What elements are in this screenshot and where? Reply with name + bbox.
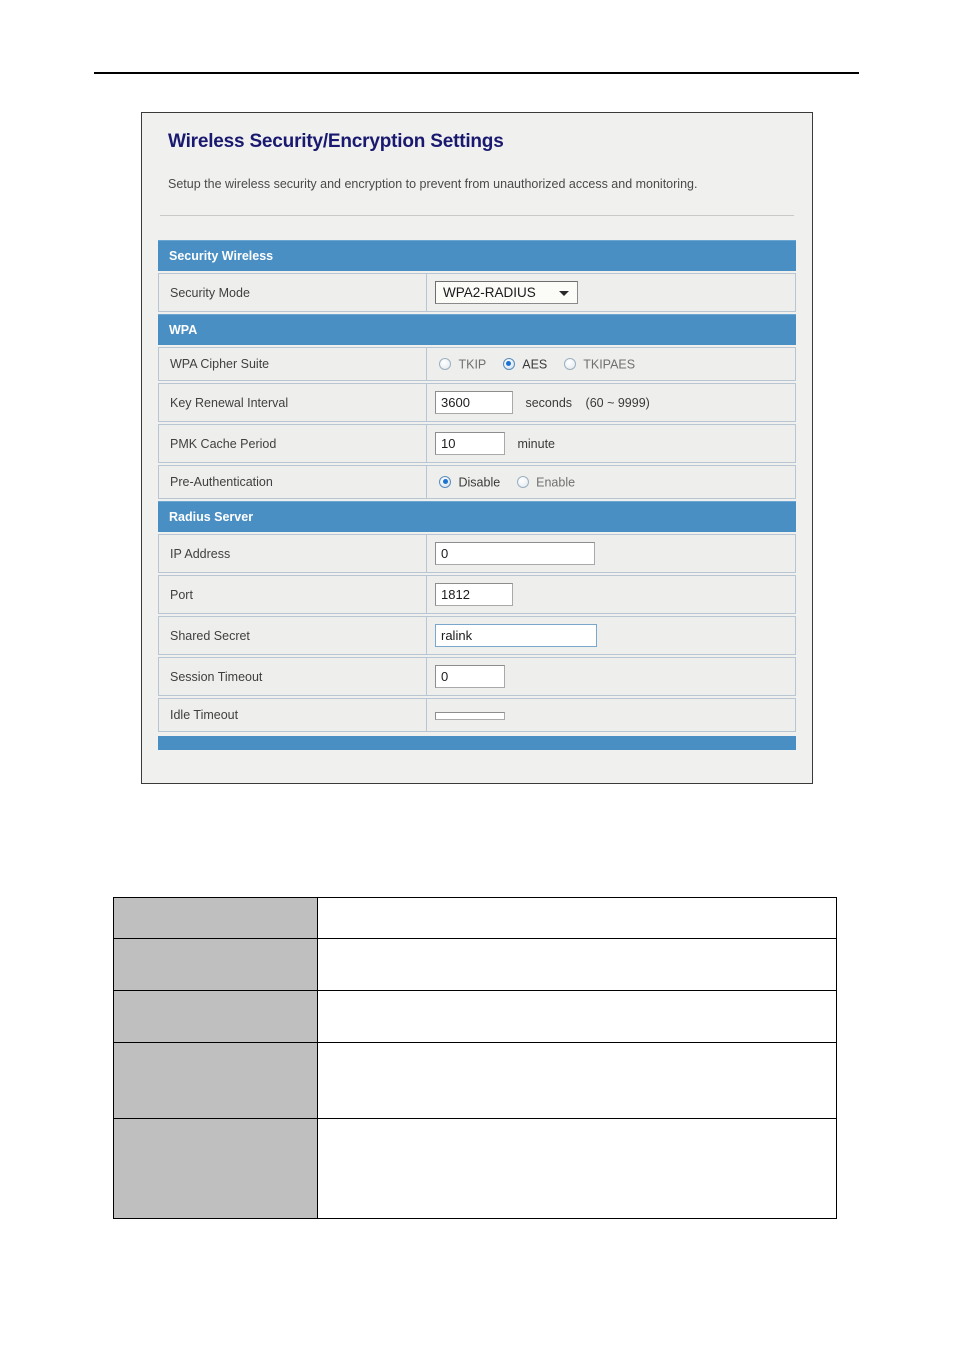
label-port: Port bbox=[158, 575, 426, 615]
radio-label-cipher-tkip: TKIP bbox=[458, 357, 487, 372]
value-pre-authentication: Disable Enable bbox=[426, 465, 796, 500]
radio-cipher-aes[interactable]: AES bbox=[502, 357, 548, 372]
table-cell-description bbox=[317, 1042, 837, 1119]
value-ip-address: 0 bbox=[426, 534, 796, 574]
table-cell-term bbox=[113, 938, 318, 991]
table-header-description bbox=[317, 897, 837, 939]
panel-footer-bar bbox=[158, 736, 796, 751]
page-description: Setup the wireless security and encrypti… bbox=[168, 177, 698, 191]
label-session-timeout: Session Timeout bbox=[158, 657, 426, 697]
radio-dot-icon bbox=[502, 357, 515, 370]
section-header-security-wireless: Security Wireless bbox=[158, 240, 796, 272]
value-pmk-cache-period: 10 minute bbox=[426, 424, 796, 464]
table-row bbox=[113, 1042, 837, 1119]
label-key-renewal-interval: Key Renewal Interval bbox=[158, 383, 426, 423]
value-session-timeout: 0 bbox=[426, 657, 796, 697]
ip-address-input[interactable]: 0 bbox=[435, 542, 595, 566]
row-pre-authentication: Pre-Authentication Disable Enable bbox=[158, 465, 796, 500]
radio-label-preauth-enable: Enable bbox=[536, 475, 576, 490]
label-pre-authentication: Pre-Authentication bbox=[158, 465, 426, 500]
pmk-cache-period-unit: minute bbox=[517, 436, 556, 451]
value-port: 1812 bbox=[426, 575, 796, 615]
page-title: Wireless Security/Encryption Settings bbox=[168, 131, 504, 152]
shared-secret-input[interactable]: ralink bbox=[435, 624, 597, 648]
table-header-term bbox=[113, 897, 318, 939]
radio-dot-icon bbox=[439, 357, 451, 370]
key-renewal-interval-unit: seconds bbox=[525, 395, 573, 410]
row-wpa-cipher-suite: WPA Cipher Suite TKIP AES TKIPAES bbox=[158, 347, 796, 382]
page-header-rule bbox=[94, 72, 859, 74]
key-renewal-interval-input[interactable]: 3600 bbox=[435, 391, 513, 415]
row-pmk-cache-period: PMK Cache Period 10 minute bbox=[158, 424, 796, 464]
port-input[interactable]: 1812 bbox=[435, 583, 513, 607]
key-renewal-interval-hint: (60 ~ 9999) bbox=[585, 395, 650, 410]
value-wpa-cipher-suite: TKIP AES TKIPAES bbox=[426, 347, 796, 382]
value-idle-timeout bbox=[426, 698, 796, 733]
label-security-mode: Security Mode bbox=[158, 273, 426, 313]
row-port: Port 1812 bbox=[158, 575, 796, 615]
row-shared-secret: Shared Secret ralink bbox=[158, 616, 796, 656]
section-header-wpa: WPA bbox=[158, 314, 796, 346]
value-shared-secret: ralink bbox=[426, 616, 796, 656]
radio-preauth-enable[interactable]: Enable bbox=[516, 475, 576, 490]
wireless-security-panel: Wireless Security/Encryption Settings Se… bbox=[141, 112, 813, 784]
radio-cipher-tkipaes[interactable]: TKIPAES bbox=[563, 357, 636, 372]
table-row bbox=[113, 1118, 837, 1219]
chevron-down-icon bbox=[559, 290, 569, 296]
pre-authentication-radio-group: Disable Enable bbox=[435, 475, 588, 490]
section-header-row-radius-server: Radius Server bbox=[158, 501, 796, 533]
table-cell-term bbox=[113, 990, 318, 1043]
radio-label-cipher-tkipaes: TKIPAES bbox=[583, 357, 636, 372]
label-wpa-cipher-suite: WPA Cipher Suite bbox=[158, 347, 426, 382]
section-header-row-security-wireless: Security Wireless bbox=[158, 240, 796, 272]
radio-preauth-disable[interactable]: Disable bbox=[439, 475, 500, 490]
table-cell-term bbox=[113, 1042, 318, 1119]
row-idle-timeout: Idle Timeout bbox=[158, 698, 796, 733]
security-mode-select[interactable]: WPA2-RADIUS bbox=[435, 281, 578, 305]
label-pmk-cache-period: PMK Cache Period bbox=[158, 424, 426, 464]
table-row bbox=[113, 990, 837, 1043]
value-key-renewal-interval: 3600 seconds (60 ~ 9999) bbox=[426, 383, 796, 423]
idle-timeout-input[interactable] bbox=[435, 711, 505, 720]
session-timeout-input[interactable]: 0 bbox=[435, 665, 505, 689]
settings-table: Security Wireless Security Mode WPA2-RAD… bbox=[158, 238, 796, 734]
pmk-cache-period-input[interactable]: 10 bbox=[435, 432, 505, 456]
table-row bbox=[113, 938, 837, 991]
radio-dot-icon bbox=[516, 475, 529, 488]
table-header-row bbox=[113, 897, 837, 939]
security-mode-selected-value: WPA2-RADIUS bbox=[443, 285, 536, 301]
section-header-row-wpa: WPA bbox=[158, 314, 796, 346]
label-shared-secret: Shared Secret bbox=[158, 616, 426, 656]
radio-dot-icon bbox=[439, 475, 451, 488]
wpa-cipher-suite-radio-group: TKIP AES TKIPAES bbox=[435, 357, 648, 372]
radio-label-cipher-aes: AES bbox=[522, 357, 548, 372]
parameter-description-table bbox=[113, 897, 837, 1219]
section-header-radius-server: Radius Server bbox=[158, 501, 796, 533]
row-ip-address: IP Address 0 bbox=[158, 534, 796, 574]
label-idle-timeout: Idle Timeout bbox=[158, 698, 426, 733]
radio-dot-icon bbox=[563, 357, 576, 370]
row-session-timeout: Session Timeout 0 bbox=[158, 657, 796, 697]
row-security-mode: Security Mode WPA2-RADIUS bbox=[158, 273, 796, 313]
table-cell-description bbox=[317, 1118, 837, 1219]
label-ip-address: IP Address bbox=[158, 534, 426, 574]
radio-label-preauth-disable: Disable bbox=[458, 475, 501, 490]
table-cell-term bbox=[113, 1118, 318, 1219]
row-key-renewal-interval: Key Renewal Interval 3600 seconds (60 ~ … bbox=[158, 383, 796, 423]
radio-cipher-tkip[interactable]: TKIP bbox=[439, 357, 486, 372]
divider bbox=[160, 215, 794, 217]
table-cell-description bbox=[317, 938, 837, 991]
value-security-mode: WPA2-RADIUS bbox=[426, 273, 796, 313]
table-cell-description bbox=[317, 990, 837, 1043]
